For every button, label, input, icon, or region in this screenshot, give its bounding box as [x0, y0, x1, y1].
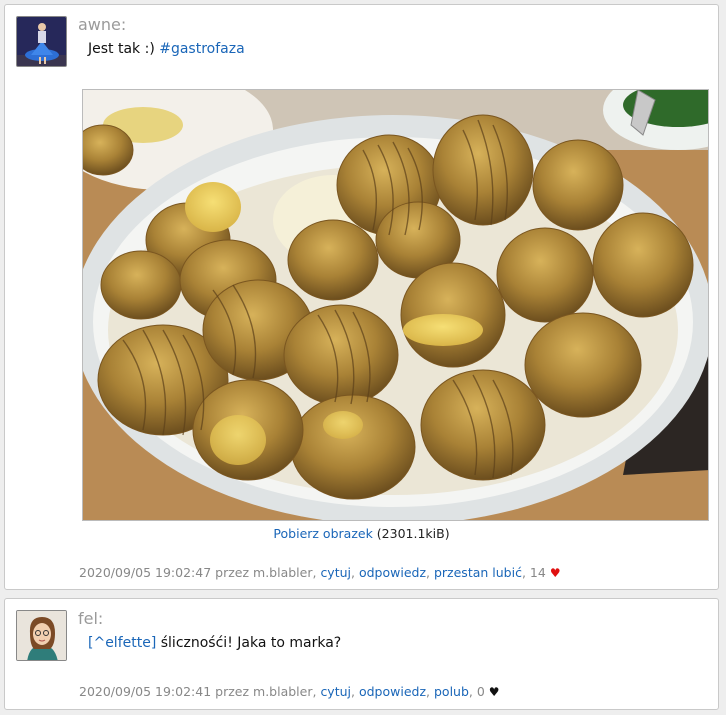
post-meta: 2020/09/05 19:02:47 przez m.blabler, cyt…: [79, 565, 561, 580]
avatar[interactable]: [16, 16, 67, 67]
post-card: awne: Jest tak :) #gastrofaza Pobierz ob…: [4, 4, 719, 590]
mention-link[interactable]: [^elfette]: [88, 635, 156, 651]
timestamp: 2020/09/05 19:02:47: [79, 565, 212, 580]
post-photo[interactable]: [82, 89, 709, 521]
unlike-link[interactable]: przestan lubić: [434, 565, 522, 580]
quote-link[interactable]: cytuj: [320, 684, 351, 699]
by-label: przez m.blabler,: [215, 565, 317, 580]
like-count: 14: [529, 565, 546, 580]
avatar[interactable]: [16, 610, 67, 661]
post-author[interactable]: fel:: [78, 609, 103, 628]
reply-link[interactable]: odpowiedz: [359, 684, 426, 699]
post-text-content: ślicznośći! Jaka to marka?: [160, 635, 342, 651]
post-text-content: Jest tak :): [88, 41, 155, 57]
post-author[interactable]: awne:: [78, 15, 126, 34]
like-link[interactable]: polub: [434, 684, 469, 699]
download-size: (2301.1kiB): [376, 526, 450, 541]
download-row: Pobierz obrazek (2301.1kiB): [5, 526, 718, 541]
heart-icon[interactable]: ♥: [489, 685, 500, 699]
by-label: przez m.blabler,: [215, 684, 317, 699]
timestamp: 2020/09/05 19:02:41: [79, 684, 212, 699]
post-meta: 2020/09/05 19:02:41 przez m.blabler, cyt…: [79, 684, 500, 699]
post-card: fel: [^elfette] ślicznośći! Jaka to mark…: [4, 598, 719, 710]
hashtag-link[interactable]: #gastrofaza: [159, 41, 244, 57]
like-count: 0: [476, 684, 485, 699]
reply-link[interactable]: odpowiedz: [359, 565, 426, 580]
post-text: [^elfette] ślicznośći! Jaka to marka?: [88, 635, 341, 651]
quote-link[interactable]: cytuj: [320, 565, 351, 580]
download-image-link[interactable]: Pobierz obrazek: [273, 526, 372, 541]
heart-icon[interactable]: ♥: [550, 566, 561, 580]
post-text: Jest tak :) #gastrofaza: [88, 41, 245, 57]
